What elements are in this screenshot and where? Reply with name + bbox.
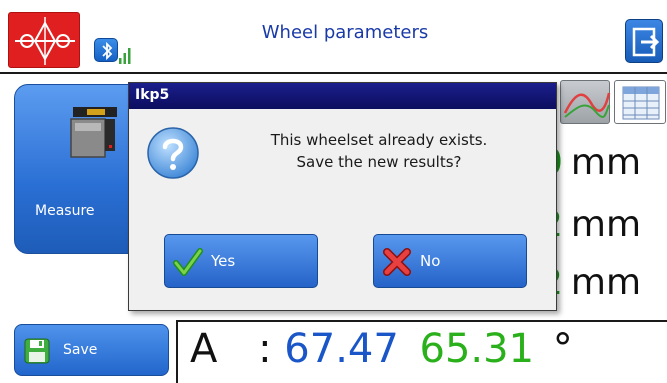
x-cross-icon — [382, 247, 412, 277]
checkmark-icon — [173, 247, 203, 277]
chart-icon — [563, 92, 611, 119]
exit-icon — [632, 27, 660, 57]
graph-tab[interactable] — [560, 80, 611, 124]
angle-label: A — [190, 326, 218, 372]
bluetooth-icon — [94, 38, 118, 62]
table-icon — [622, 86, 660, 120]
angle-value-left: 67.47 — [284, 326, 399, 372]
angle-value-right: 65.31 — [419, 326, 535, 372]
wheelset-logo-icon[interactable] — [8, 12, 80, 68]
measure-label: Measure — [35, 203, 95, 219]
save-label: Save — [63, 342, 98, 358]
degree-unit: ° — [552, 326, 573, 372]
yes-label: Yes — [211, 252, 236, 270]
confirm-dialog: Ikp5 This wheelset already exists. Save … — [128, 82, 557, 311]
no-label: No — [420, 252, 441, 270]
signal-bars-icon — [118, 44, 132, 64]
angle-separator: : — [258, 326, 272, 372]
table-tab[interactable] — [614, 80, 666, 124]
yes-button[interactable]: Yes — [164, 234, 318, 288]
measure-button[interactable]: Measure — [14, 84, 144, 254]
page-title: Wheel parameters — [261, 22, 429, 43]
dialog-title-bar: Ikp5 — [129, 83, 556, 109]
save-button[interactable]: Save — [14, 324, 169, 376]
angle-readout: A : 67.47 65.31 ° — [190, 326, 573, 372]
no-button[interactable]: No — [373, 234, 527, 288]
question-icon — [145, 125, 201, 181]
title-bar: Wheel parameters — [0, 0, 667, 74]
floppy-disk-icon — [23, 337, 51, 365]
exit-button[interactable] — [625, 19, 663, 63]
dialog-title: Ikp5 — [135, 87, 170, 103]
dialog-message: This wheelset already exists. Save the n… — [270, 131, 488, 171]
measuring-device-icon — [65, 105, 125, 165]
